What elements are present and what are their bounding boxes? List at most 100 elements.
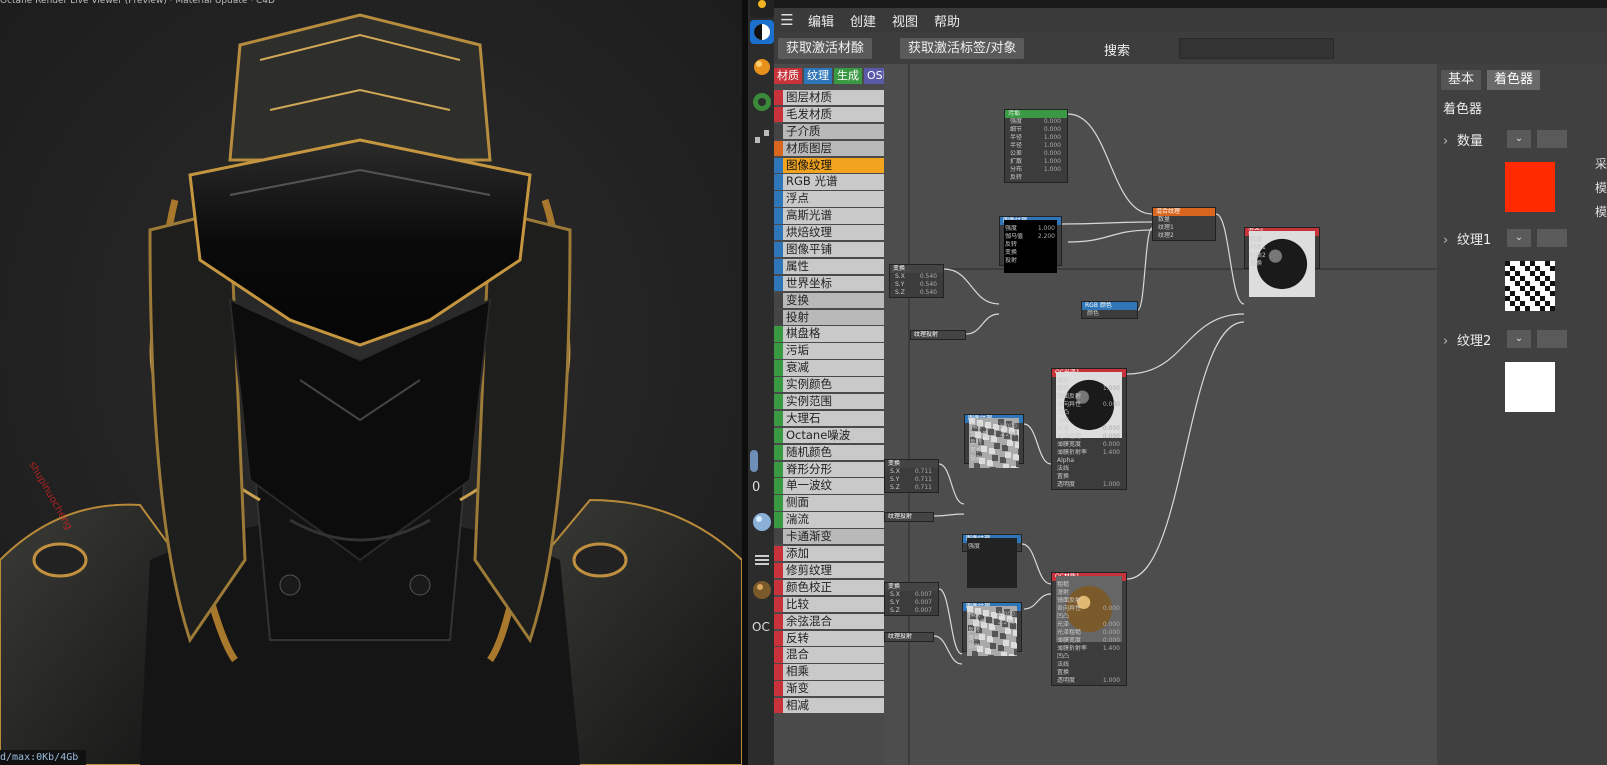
node-param[interactable]: 薄膜折射率 1.400: [1052, 449, 1126, 457]
node-param[interactable]: 变换: [963, 635, 1021, 643]
node-list-item[interactable]: 湍流: [774, 512, 884, 528]
node-list-item[interactable]: 渐变: [774, 681, 884, 697]
node-param[interactable]: 粗糙 1.000: [1052, 385, 1126, 393]
node-list-item[interactable]: Octane噪波: [774, 427, 884, 444]
slider-thumb[interactable]: [750, 450, 758, 472]
menu-create[interactable]: 创建: [842, 11, 884, 30]
graph-node-image4[interactable]: 图像纹理强度1.000伽马值2.200反转变换投射: [962, 602, 1022, 656]
node-list-item[interactable]: 相乘: [774, 664, 884, 680]
node-list-item[interactable]: RGB 光谱: [774, 174, 884, 190]
category-tab[interactable]: 生成: [834, 68, 862, 84]
node-list-item[interactable]: 棋盘格: [774, 326, 884, 342]
node-param[interactable]: 材质2: [1245, 252, 1319, 260]
node-param[interactable]: S.Z 0.007: [885, 607, 938, 615]
node-param[interactable]: 颜色: [1082, 310, 1137, 318]
texture1-field[interactable]: [1537, 229, 1567, 247]
node-param[interactable]: 反转: [1005, 174, 1067, 182]
node-param[interactable]: 细节 0.000: [1005, 126, 1067, 134]
graph-node-rgb[interactable]: RGB 颜色 颜色: [1081, 301, 1138, 319]
node-param[interactable]: S.Y 0.711: [885, 476, 938, 484]
node-param[interactable]: 反转: [965, 439, 1023, 447]
node-list-item[interactable]: 投射: [774, 309, 884, 325]
node-param[interactable]: S.Z 0.540: [890, 289, 943, 297]
node-param[interactable]: 分布 1.000: [1005, 166, 1067, 174]
node-list-item[interactable]: 实例范围: [774, 394, 884, 410]
category-tab[interactable]: 纹理: [804, 68, 832, 84]
node-list-item[interactable]: 图像纹理: [774, 157, 884, 173]
menu-icon[interactable]: [750, 548, 774, 572]
node-param[interactable]: 纹理2: [1153, 232, 1215, 240]
node-param[interactable]: 材质1: [1245, 244, 1319, 252]
node-list-item[interactable]: 烘焙纹理: [774, 225, 884, 241]
node-list-item[interactable]: 混合: [774, 647, 884, 663]
node-param[interactable]: 反转: [963, 627, 1021, 635]
texture2-field[interactable]: [1537, 330, 1567, 348]
node-param[interactable]: 强度 1.000: [1000, 225, 1061, 233]
texture1-noise-swatch[interactable]: [1505, 261, 1555, 311]
node-list-item[interactable]: 图像平铺: [774, 242, 884, 258]
node-param[interactable]: S.Y 0.540: [890, 281, 943, 289]
node-param[interactable]: 半径 1.000: [1005, 134, 1067, 142]
node-param[interactable]: 漫射: [1052, 589, 1126, 597]
node-param[interactable]: 光泽粗糙 0.000: [1052, 433, 1126, 441]
node-param[interactable]: 置换: [1052, 473, 1126, 481]
node-list-item[interactable]: 图层材质: [774, 90, 884, 106]
node-list-item[interactable]: 世界坐标: [774, 275, 884, 292]
node-list-item[interactable]: 污垢: [774, 343, 884, 359]
get-active-tag-button[interactable]: 获取激活标签/对象: [900, 38, 1025, 59]
node-param[interactable]: 纹理1: [1153, 224, 1215, 232]
node-param[interactable]: 强度 0.000: [1005, 118, 1067, 126]
graph-node-mix[interactable]: 混合纹理 数量 纹理1 纹理2: [1152, 207, 1216, 241]
graph-node-proj3[interactable]: 纹理投射: [884, 632, 934, 642]
node-param[interactable]: 光泽粗糙 0.000: [1052, 629, 1126, 637]
node-param[interactable]: 凹凸: [1052, 409, 1126, 417]
node-list-item[interactable]: 单一波纹: [774, 478, 884, 494]
node-list-item[interactable]: 材质图层: [774, 140, 884, 156]
node-param[interactable]: 薄膜折射率 1.400: [1052, 645, 1126, 653]
node-list-item[interactable]: 侧面: [774, 495, 884, 511]
node-param[interactable]: 光泽 0.000: [1052, 425, 1126, 433]
menu-edit[interactable]: 编辑: [800, 11, 842, 30]
node-param[interactable]: 薄膜宽度 0.000: [1052, 637, 1126, 645]
node-list-item[interactable]: 反转: [774, 630, 884, 646]
node-param[interactable]: 反转: [1000, 241, 1061, 249]
node-list-item[interactable]: 余弦混合: [774, 613, 884, 629]
sphere-preview-icon[interactable]: [750, 510, 774, 534]
texture2-dropdown[interactable]: ⌄: [1507, 330, 1531, 348]
graph-node-proj1[interactable]: 纹理投射: [910, 330, 966, 340]
graph-node-material2[interactable]: OC材质1粗糙漫射镜面反射各向异性0.000凹凸光泽0.000光泽粗糙0.000…: [1051, 572, 1127, 686]
node-param[interactable]: S.X 0.540: [890, 273, 943, 281]
node-param[interactable]: 投射: [963, 643, 1021, 651]
graph-node-image1[interactable]: 图像纹理强度1.000伽马值2.200反转变换投射: [999, 216, 1062, 273]
node-list-item[interactable]: 颜色校正: [774, 579, 884, 596]
node-param[interactable]: 置换: [1052, 669, 1126, 677]
node-param[interactable]: S.Y 0.007: [885, 599, 938, 607]
node-list-item[interactable]: 实例颜色: [774, 377, 884, 393]
material-thumb-icon[interactable]: [750, 578, 774, 602]
category-tab[interactable]: 材质: [774, 68, 802, 84]
node-param[interactable]: S.X 0.007: [885, 591, 938, 599]
menu-view[interactable]: 视图: [884, 11, 926, 30]
node-param[interactable]: 镜面反射: [1052, 597, 1126, 605]
node-graph[interactable]: 污垢 强度 0.000 细节 0.000 半径 1.000 半径 1.000 公差 0.000 扩散 1…: [884, 64, 1437, 765]
node-param[interactable]: 光泽 0.000: [1052, 621, 1126, 629]
node-param[interactable]: 投射: [1000, 257, 1061, 265]
node-param[interactable]: 透明度 1.000: [1052, 481, 1126, 489]
node-list-item[interactable]: 高斯光谱: [774, 208, 884, 224]
graph-node-transform3[interactable]: 变换 S.X 0.007 S.Y 0.007 S.Z 0.007: [884, 582, 939, 616]
node-param[interactable]: 变换: [1000, 249, 1061, 257]
row-texture2[interactable]: › 纹理2: [1443, 330, 1491, 349]
node-param[interactable]: 强度: [963, 543, 1021, 551]
node-list-item[interactable]: 随机颜色: [774, 444, 884, 460]
render-viewport[interactable]: Octane Render Live Viewer (Preview) · Ma…: [0, 0, 742, 765]
sun-icon[interactable]: [750, 0, 774, 18]
node-list-item[interactable]: 毛发材质: [774, 106, 884, 123]
amount-dropdown[interactable]: ⌄: [1507, 130, 1531, 148]
node-list-item[interactable]: 大理石: [774, 410, 884, 427]
graph-node-image2[interactable]: 图像纹理强度1.000伽马值2.200反转变换投射: [964, 414, 1024, 468]
node-param[interactable]: 法线: [1052, 661, 1126, 669]
node-param[interactable]: 法线: [1052, 417, 1126, 425]
node-param[interactable]: 数量: [1153, 216, 1215, 224]
row-texture1[interactable]: › 纹理1: [1443, 229, 1491, 248]
node-param[interactable]: 扩散 1.000: [1005, 158, 1067, 166]
